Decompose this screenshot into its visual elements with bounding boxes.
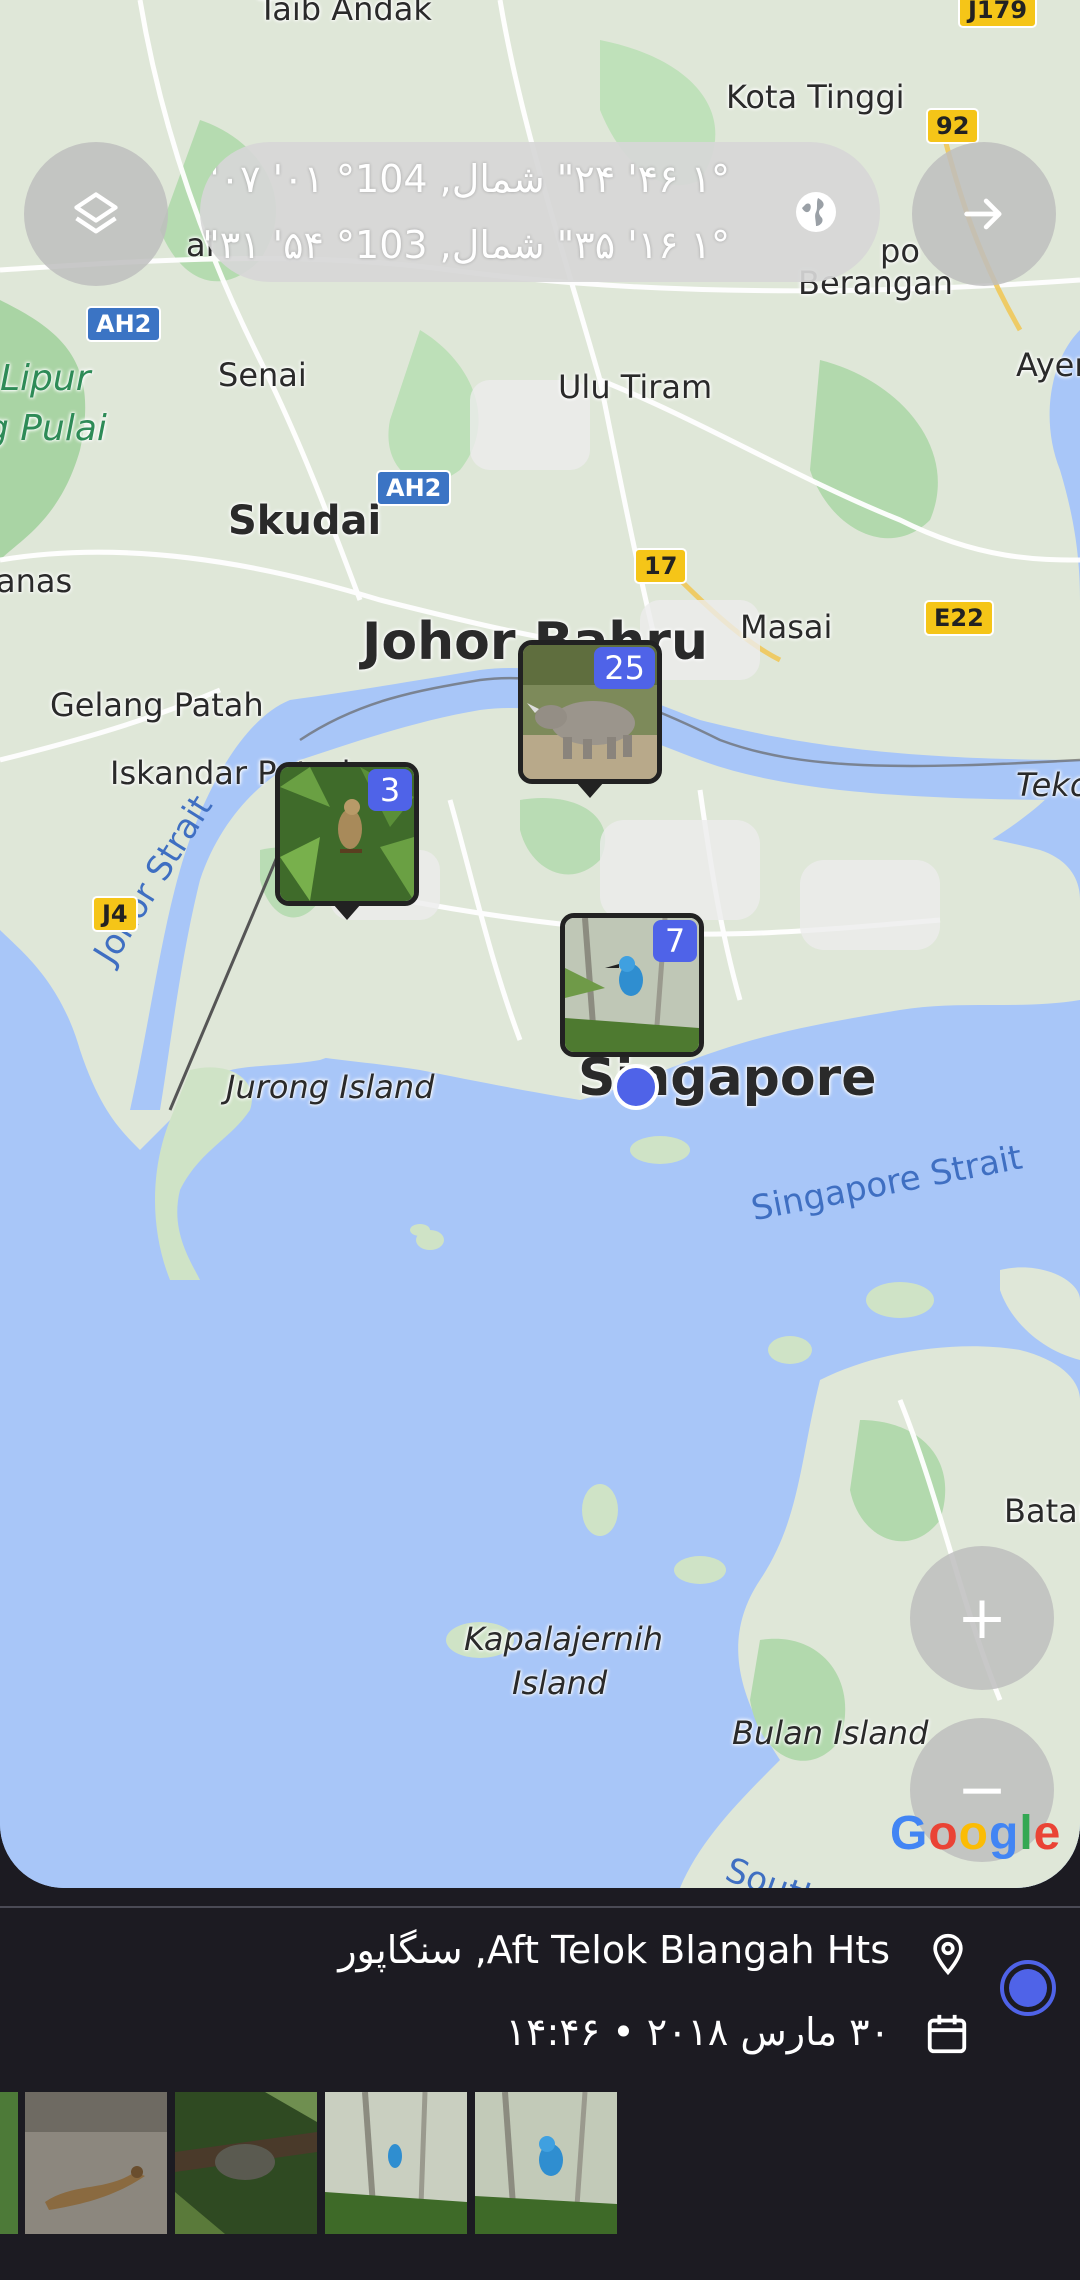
photo-thumbnail[interactable]: [0, 2092, 18, 2234]
map-label: anas: [0, 562, 73, 600]
road-shield: 92: [926, 108, 980, 144]
map-label: Kapalajernih: [464, 1620, 664, 1658]
location-text: Aft Telok Blangah Hts, سنگاپور: [338, 1928, 890, 1972]
google-logo: Google: [890, 1807, 1062, 1860]
road-shield: AH2: [376, 470, 452, 506]
road-shield: AH2: [86, 306, 162, 342]
photo-cluster-kingfisher[interactable]: 7: [560, 913, 704, 1057]
road-shield: E22: [924, 600, 994, 636]
road-shield: J4: [92, 896, 138, 932]
selection-radio[interactable]: [1000, 1960, 1056, 2016]
map-label: Kota Tinggi: [726, 78, 905, 116]
road-shield: J179: [958, 0, 1038, 28]
photo-cluster-bird[interactable]: 3: [275, 762, 419, 906]
zoom-in-button[interactable]: +: [910, 1546, 1054, 1690]
current-location-dot: [613, 1064, 659, 1110]
map-label: Senai: [218, 356, 307, 394]
map-label: Ayer: [1016, 346, 1080, 384]
map-view[interactable]: Taib Andak Kota Tinggi Berangan po ai Se…: [0, 0, 1080, 1888]
cluster-pointer: [333, 904, 361, 920]
photo-thumbnail[interactable]: [475, 2092, 617, 2234]
datetime-row: ۳۰ مارس ۲۰۱۸ • ۱۴:۴۶: [70, 2004, 970, 2064]
cluster-pointer: [576, 782, 604, 798]
photo-thumbnail[interactable]: [325, 2092, 467, 2234]
photo-thumbnail[interactable]: [175, 2092, 317, 2234]
map-label: po: [880, 232, 920, 270]
coordinates-display[interactable]: ۱° ۴۶' ۲۴" شمال, 104° ۰۱' ۰۷" شرق ۱° ۱۶'…: [200, 142, 880, 282]
location-row: Aft Telok Blangah Hts, سنگاپور: [70, 1922, 970, 1982]
photo-thumbnail[interactable]: [25, 2092, 167, 2234]
map-label: Island: [512, 1664, 608, 1702]
map-label: Gelang Patah: [50, 686, 264, 724]
map-label: Taib Andak: [258, 0, 432, 28]
next-button[interactable]: [912, 142, 1056, 286]
globe-icon[interactable]: [792, 188, 840, 240]
map-label: Teko: [1016, 766, 1080, 804]
map-label: Jurong Island: [226, 1068, 435, 1106]
map-label: Lipur: [0, 358, 91, 399]
cluster-count-badge: 3: [368, 769, 412, 811]
coordinates-line-2: ۱° ۱۶' ۳۵" شمال, 103° ۵۴' ۳۱" ۲۷" شرق: [200, 223, 730, 267]
coordinates-line-1: ۱° ۴۶' ۲۴" شمال, 104° ۰۱' ۰۷" شرق: [200, 157, 730, 201]
location-pin-icon: [926, 1930, 970, 1987]
layers-icon: [74, 192, 118, 234]
photo-cluster-rhino[interactable]: 25: [518, 640, 662, 784]
calendar-icon: [924, 2010, 970, 2067]
datetime-text: ۳۰ مارس ۲۰۱۸ • ۱۴:۴۶: [505, 2010, 890, 2054]
cluster-count-badge: 7: [653, 920, 697, 962]
map-label: Bulan Island: [732, 1714, 929, 1752]
arrow-right-icon: [964, 198, 1002, 230]
layers-button[interactable]: [24, 142, 168, 286]
map-label: Skudai: [228, 498, 382, 544]
map-label: Ulu Tiram: [558, 368, 713, 406]
map-label: Batam: [1004, 1492, 1080, 1530]
panel-divider: [0, 1906, 1080, 1908]
road-shield: 17: [634, 548, 688, 584]
map-label: g Pulai: [0, 408, 107, 449]
map-label: Masai: [740, 608, 833, 646]
cluster-count-badge: 25: [594, 647, 655, 689]
